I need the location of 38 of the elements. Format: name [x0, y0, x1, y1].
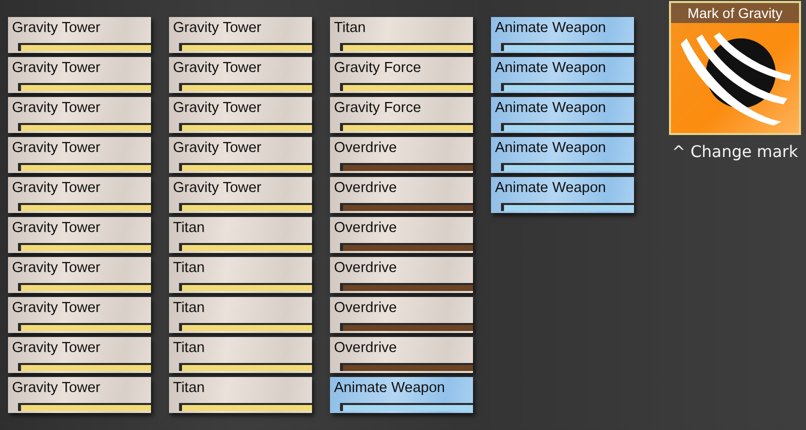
card[interactable]: Gravity Tower	[8, 257, 151, 293]
card[interactable]: Gravity Force	[330, 57, 473, 93]
mark-tile[interactable]: Mark of Gravity	[669, 1, 801, 135]
card[interactable]: Overdrive	[330, 137, 473, 173]
card[interactable]: Gravity Tower	[8, 57, 151, 93]
card[interactable]: Titan	[330, 17, 473, 53]
card[interactable]: Gravity Tower	[8, 217, 151, 253]
card[interactable]: Gravity Tower	[8, 97, 151, 133]
card[interactable]: Gravity Tower	[169, 97, 312, 133]
card[interactable]: Gravity Force	[330, 97, 473, 133]
card[interactable]: Gravity Tower	[169, 177, 312, 213]
card[interactable]: Animate Weapon	[491, 17, 634, 53]
card[interactable]: Titan	[169, 297, 312, 333]
mark-title: Mark of Gravity	[671, 3, 799, 23]
card[interactable]: Titan	[169, 257, 312, 293]
card[interactable]: Gravity Tower	[169, 17, 312, 53]
change-mark-link[interactable]: ^ Change mark	[672, 142, 798, 161]
card[interactable]: Animate Weapon	[491, 57, 634, 93]
card[interactable]: Titan	[169, 337, 312, 373]
card[interactable]: Gravity Tower	[8, 337, 151, 373]
card[interactable]: Gravity Tower	[8, 177, 151, 213]
card[interactable]: Overdrive	[330, 217, 473, 253]
card[interactable]: Titan	[169, 217, 312, 253]
card[interactable]: Gravity Tower	[8, 377, 151, 413]
card[interactable]: Overdrive	[330, 177, 473, 213]
card[interactable]: Animate Weapon	[330, 377, 473, 413]
card[interactable]: Titan	[169, 377, 312, 413]
card[interactable]: Gravity Tower	[169, 137, 312, 173]
card[interactable]: Animate Weapon	[491, 177, 634, 213]
card[interactable]: Overdrive	[330, 337, 473, 373]
card[interactable]: Animate Weapon	[491, 97, 634, 133]
card[interactable]: Gravity Tower	[8, 297, 151, 333]
card[interactable]: Overdrive	[330, 297, 473, 333]
card[interactable]: Gravity Tower	[8, 137, 151, 173]
card[interactable]: Gravity Tower	[169, 57, 312, 93]
card[interactable]: Animate Weapon	[491, 137, 634, 173]
card[interactable]: Gravity Tower	[8, 17, 151, 53]
card[interactable]: Overdrive	[330, 257, 473, 293]
